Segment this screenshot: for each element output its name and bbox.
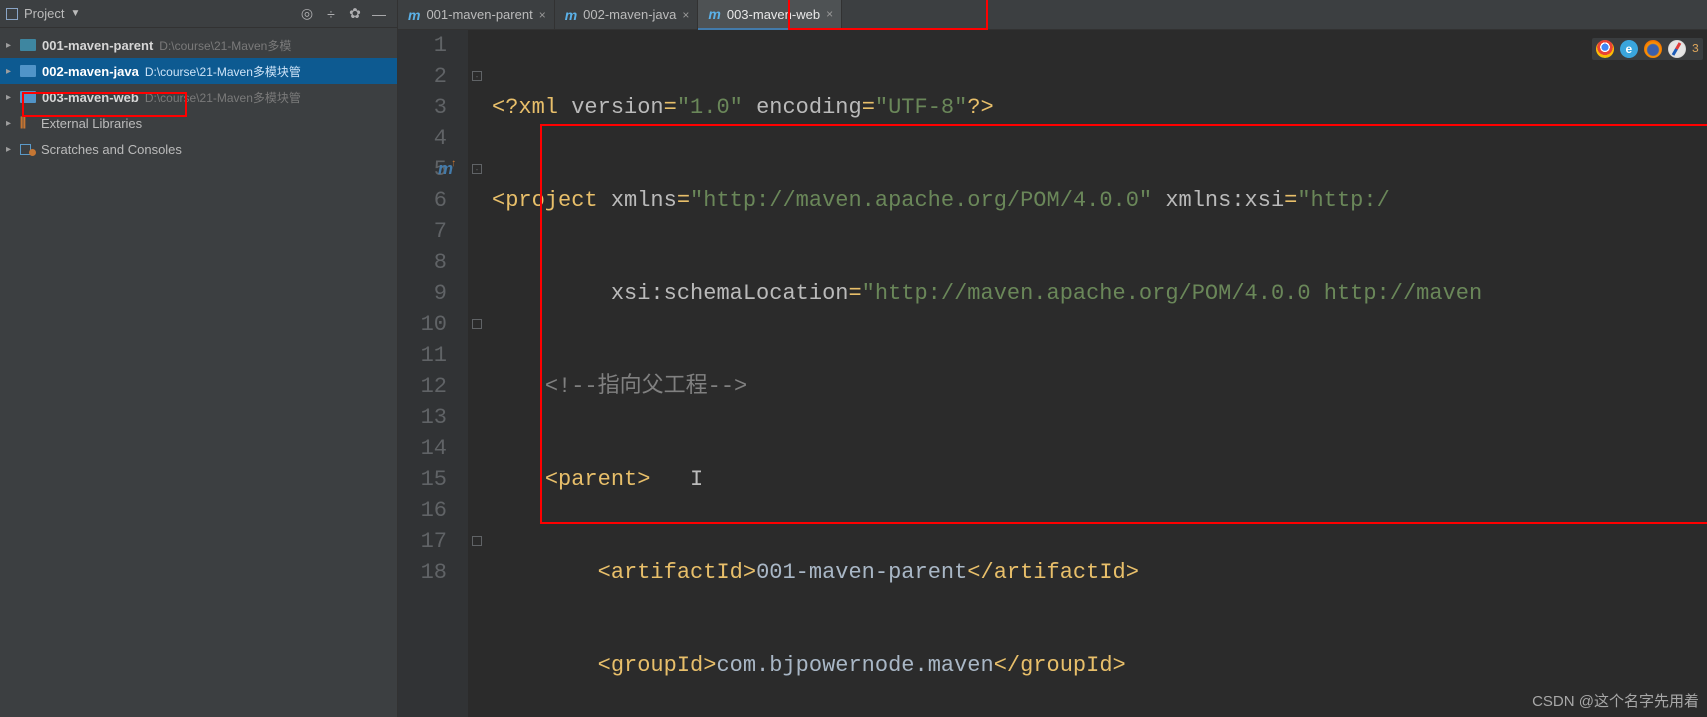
tab-label: 001-maven-parent	[426, 7, 532, 22]
project-sidebar: Project ▼ ◎ ÷ ✿ — ▸ 001-maven-parent D:\…	[0, 0, 398, 717]
line-number: 14	[398, 433, 467, 464]
scratches-consoles[interactable]: ▸ Scratches and Consoles	[0, 136, 397, 162]
close-icon[interactable]: ×	[826, 7, 833, 21]
maven-icon: m	[408, 7, 420, 23]
maven-icon: m	[565, 7, 577, 23]
chevron-right-icon: ▸	[6, 144, 18, 155]
tree-item-path: D:\course\21-Maven多模块管	[145, 63, 301, 80]
browser-badge: 3	[1692, 42, 1699, 56]
project-toolbar: Project ▼ ◎ ÷ ✿ —	[0, 0, 397, 28]
tree-item-name: 001-maven-parent	[42, 38, 153, 53]
tree-item-name: Scratches and Consoles	[41, 142, 182, 157]
tree-item-name: 003-maven-web	[42, 90, 139, 105]
fold-end-icon[interactable]	[472, 319, 482, 329]
chevron-right-icon: ▸	[6, 118, 18, 129]
safari-icon[interactable]	[1668, 40, 1686, 58]
line-number: 13	[398, 402, 467, 433]
project-icon	[6, 8, 18, 20]
tree-item-002[interactable]: ▸ 002-maven-java D:\course\21-Maven多模块管	[0, 58, 397, 84]
locate-icon[interactable]: ◎	[299, 6, 315, 22]
line-number: 10	[398, 309, 467, 340]
line-number: 15	[398, 464, 467, 495]
line-gutter: 1 2 3 4 5 6 7 8 9 10 11 12 13 14 15 16 1…	[398, 30, 468, 717]
project-title[interactable]: Project ▼	[6, 6, 80, 21]
line-number: 8	[398, 247, 467, 278]
tree-item-name: External Libraries	[41, 116, 142, 131]
fold-minus-icon[interactable]: -	[472, 164, 482, 174]
folder-icon	[20, 91, 36, 103]
line-number: 6	[398, 185, 467, 216]
fold-minus-icon[interactable]: -	[472, 71, 482, 81]
line-number: 9	[398, 278, 467, 309]
fold-end-icon[interactable]	[472, 536, 482, 546]
tab-001[interactable]: m 001-maven-parent ×	[398, 0, 555, 29]
tab-label: 002-maven-java	[583, 7, 676, 22]
line-number: 12	[398, 371, 467, 402]
tree-item-003[interactable]: ▸ 003-maven-web D:\course\21-Maven多模块管	[0, 84, 397, 110]
chrome-icon[interactable]	[1596, 40, 1614, 58]
fold-column: - -	[468, 30, 492, 717]
tree-item-name: 002-maven-java	[42, 64, 139, 79]
line-number: 16	[398, 495, 467, 526]
expand-icon[interactable]: ÷	[323, 6, 339, 22]
chevron-right-icon: ▸	[6, 92, 18, 103]
line-number: 4	[398, 123, 467, 154]
line-number: 1	[398, 30, 467, 61]
code-editor[interactable]: <?xml version="1.0" encoding="UTF-8"?> <…	[492, 30, 1707, 717]
close-icon[interactable]: ×	[539, 8, 546, 22]
folder-icon	[20, 65, 36, 77]
scratch-icon	[20, 143, 35, 155]
watermark: CSDN @这个名字先用着	[1532, 690, 1699, 711]
editor-area: m 001-maven-parent × m 002-maven-java × …	[398, 0, 1707, 717]
line-number: 18	[398, 557, 467, 588]
firefox-icon[interactable]	[1644, 40, 1662, 58]
hide-icon[interactable]: —	[371, 6, 387, 22]
line-number: 2	[398, 61, 467, 92]
chevron-down-icon: ▼	[70, 8, 80, 19]
tab-002[interactable]: m 002-maven-java ×	[555, 0, 699, 29]
line-number: 17	[398, 526, 467, 557]
browser-icons: 3	[1592, 38, 1703, 60]
chevron-right-icon: ▸	[6, 40, 18, 51]
maven-icon: m	[708, 6, 720, 22]
maven-reload-icon[interactable]: m↑	[438, 159, 458, 179]
gear-icon[interactable]: ✿	[347, 6, 363, 22]
tree-item-001[interactable]: ▸ 001-maven-parent D:\course\21-Maven多模	[0, 32, 397, 58]
project-label: Project	[24, 6, 64, 21]
tab-003[interactable]: m 003-maven-web ×	[698, 0, 842, 30]
folder-icon	[20, 39, 36, 51]
close-icon[interactable]: ×	[682, 8, 689, 22]
editor-tabs: m 001-maven-parent × m 002-maven-java × …	[398, 0, 1707, 30]
external-libraries[interactable]: ▸ ⫼ External Libraries	[0, 110, 397, 136]
line-number: 11	[398, 340, 467, 371]
line-number: 3	[398, 92, 467, 123]
project-tree: ▸ 001-maven-parent D:\course\21-Maven多模 …	[0, 28, 397, 162]
tab-label: 003-maven-web	[727, 7, 820, 22]
chevron-right-icon: ▸	[6, 66, 18, 77]
line-number: 7	[398, 216, 467, 247]
library-icon: ⫼	[20, 115, 35, 131]
tree-item-path: D:\course\21-Maven多模块管	[145, 89, 301, 106]
tree-item-path: D:\course\21-Maven多模	[159, 37, 291, 54]
ie-icon[interactable]	[1620, 40, 1638, 58]
